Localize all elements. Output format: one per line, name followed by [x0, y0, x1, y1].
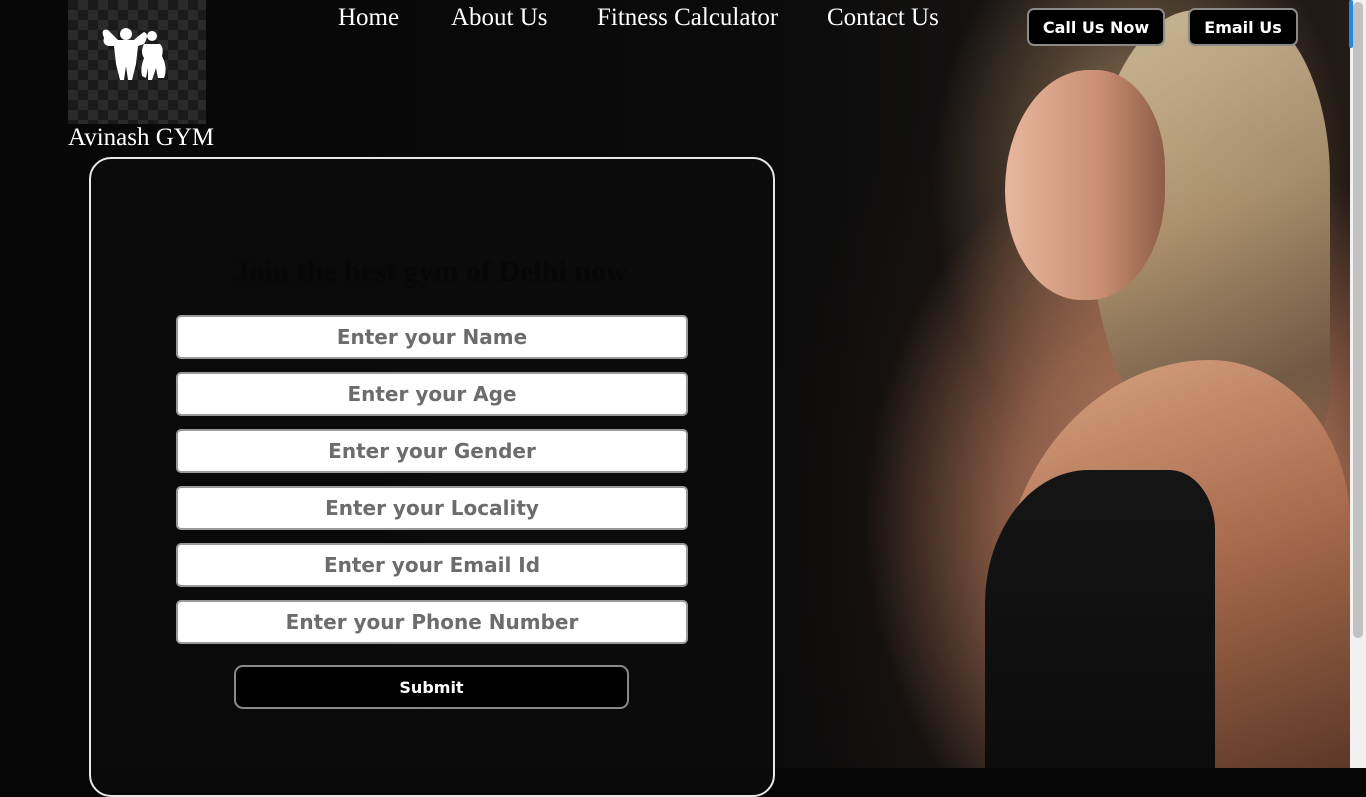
name-input[interactable]	[176, 315, 688, 359]
bodybuilder-couple-icon	[102, 28, 166, 80]
vertical-scrollbar[interactable]	[1350, 0, 1366, 768]
nav-home[interactable]: Home	[338, 4, 399, 32]
submit-button[interactable]: Submit	[234, 665, 629, 709]
email-input[interactable]	[176, 543, 688, 587]
phone-input[interactable]	[176, 600, 688, 644]
locality-input[interactable]	[176, 486, 688, 530]
gym-logo[interactable]	[68, 0, 206, 124]
nav-contact-us[interactable]: Contact Us	[827, 4, 939, 32]
hero-photo-sports-top	[985, 470, 1215, 768]
hero-photo-face	[1005, 70, 1165, 300]
nav-fitness-calculator[interactable]: Fitness Calculator	[597, 4, 778, 32]
scroll-position-indicator	[1349, 0, 1353, 48]
gender-input[interactable]	[176, 429, 688, 473]
scrollbar-thumb[interactable]	[1353, 2, 1363, 638]
nav-about-us[interactable]: About Us	[451, 4, 548, 32]
form-title: Join the best gym of Delhi now	[234, 255, 628, 288]
email-us-button[interactable]: Email Us	[1188, 8, 1298, 46]
age-input[interactable]	[176, 372, 688, 416]
call-us-button[interactable]: Call Us Now	[1027, 8, 1165, 46]
brand-name: Avinash GYM	[68, 124, 215, 151]
